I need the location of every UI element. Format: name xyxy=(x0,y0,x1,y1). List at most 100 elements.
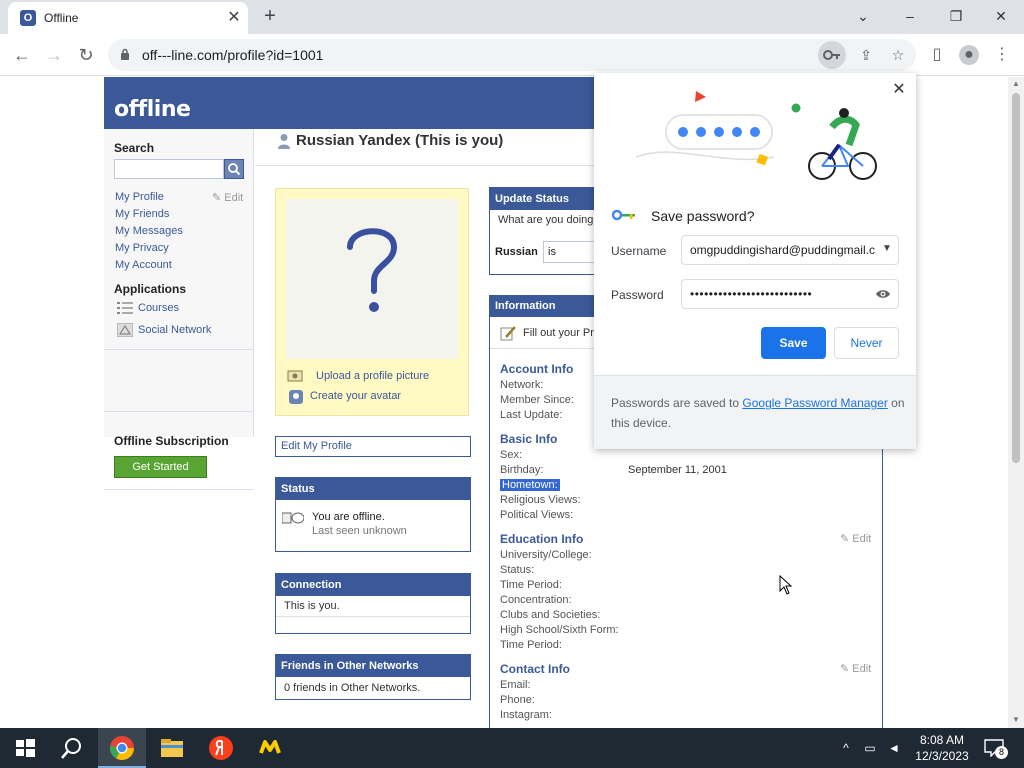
new-tab-icon[interactable]: + xyxy=(258,5,282,29)
bookmark-star-icon[interactable]: ☆ xyxy=(887,44,909,66)
status-text: You are offline. xyxy=(312,511,385,523)
subscription-title: Offline Subscription xyxy=(114,434,229,448)
save-password-dialog: ✕ Save password? Username omgpuddingisha… xyxy=(594,73,916,449)
reload-icon[interactable]: ↻ xyxy=(74,43,98,67)
menu-dots-icon[interactable]: ⋮ xyxy=(992,45,1012,65)
pencil-note-icon xyxy=(500,326,516,341)
info-label: University/College: xyxy=(500,549,592,561)
contact-info-title: Contact Info xyxy=(500,662,570,676)
minimize-icon[interactable]: – xyxy=(896,4,924,28)
page-scrollbar[interactable]: ▲ ▼ xyxy=(1008,77,1024,728)
file-explorer-icon[interactable] xyxy=(157,733,187,763)
yandex-market-icon[interactable] xyxy=(255,733,285,763)
status-title: Status xyxy=(276,478,470,500)
status-input[interactable]: is xyxy=(543,241,598,263)
bicycle-illustration xyxy=(635,91,877,180)
sidebar-item-my-messages[interactable]: My Messages xyxy=(115,225,183,237)
tab-search-icon[interactable]: ⌄ xyxy=(849,4,877,28)
info-label: Time Period: xyxy=(500,579,562,591)
notification-count-badge: 8 xyxy=(995,746,1008,759)
password-manager-link[interactable]: Google Password Manager xyxy=(742,396,887,410)
last-seen-text: Last seen unknown xyxy=(312,525,407,537)
sidebar-item-my-account[interactable]: My Account xyxy=(115,259,172,271)
site-logo[interactable]: offline xyxy=(114,97,191,122)
contact-edit-link[interactable]: ✎ Edit xyxy=(840,662,871,675)
save-button[interactable]: Save xyxy=(761,327,826,359)
sidebar-app-social-network[interactable]: Social Network xyxy=(138,324,211,336)
sidebar-item-my-profile[interactable]: My Profile xyxy=(115,191,164,203)
eye-icon[interactable] xyxy=(875,288,891,300)
upload-picture-link[interactable]: Upload a profile picture xyxy=(316,370,429,382)
sidebar-item-my-friends[interactable]: My Friends xyxy=(115,208,169,220)
address-bar[interactable]: off---line.com/profile?id=1001 ⇪ ☆ xyxy=(108,39,916,71)
profile-name: Russian Yandex (This is you) xyxy=(296,132,504,149)
sidebar-item-my-privacy[interactable]: My Privacy xyxy=(115,242,169,254)
dialog-title: Save password? xyxy=(651,208,755,224)
info-label: Religious Views: xyxy=(500,494,581,506)
chat-icon xyxy=(282,512,304,524)
education-edit-link[interactable]: ✎ Edit xyxy=(840,532,871,545)
tab-favicon: O xyxy=(20,10,36,26)
never-button[interactable]: Never xyxy=(834,327,899,359)
update-status-box: Update Status What are you doing Russian… xyxy=(489,187,598,275)
scroll-down-icon[interactable]: ▼ xyxy=(1011,715,1021,725)
password-key-icon[interactable] xyxy=(818,41,846,69)
upload-picture-icon xyxy=(287,370,303,382)
birthday-value: September 11, 2001 xyxy=(628,464,727,476)
info-label: Concentration: xyxy=(500,594,572,606)
sidebar-edit-link[interactable]: ✎ Edit xyxy=(212,191,243,204)
volume-icon[interactable]: ◄ xyxy=(886,740,902,756)
search-input[interactable] xyxy=(114,159,224,179)
close-icon[interactable]: ✕ xyxy=(224,8,244,28)
status-box: Status You are offline. Last seen unknow… xyxy=(275,477,471,552)
connection-box: Connection This is you. xyxy=(275,573,471,634)
search-icon xyxy=(228,163,241,176)
account-info-title: Account Info xyxy=(500,362,574,376)
yandex-browser-icon[interactable] xyxy=(206,733,236,763)
scrollbar-thumb[interactable] xyxy=(1012,93,1020,463)
pencil-icon: ✎ xyxy=(840,533,850,545)
network-icon xyxy=(117,323,133,337)
profile-picture-placeholder[interactable] xyxy=(286,199,458,359)
info-label: High School/Sixth Form: xyxy=(500,624,619,636)
forward-icon[interactable]: → xyxy=(42,43,66,67)
search-button[interactable] xyxy=(224,159,244,179)
taskbar-clock[interactable]: 8:08 AM 12/3/2023 xyxy=(912,732,972,764)
windows-start-icon[interactable] xyxy=(10,733,40,763)
info-label: Status: xyxy=(500,564,535,576)
window-close-icon[interactable]: ✕ xyxy=(987,4,1015,28)
password-field[interactable]: •••••••••••••••••••••••••• xyxy=(681,279,899,309)
sidebar-app-courses[interactable]: Courses xyxy=(138,302,179,314)
status-prompt: What are you doing xyxy=(498,214,594,226)
search-icon[interactable] xyxy=(57,733,87,763)
dropdown-caret-icon: ▼ xyxy=(882,243,892,254)
share-icon[interactable]: ⇪ xyxy=(855,44,877,66)
info-label: Phone: xyxy=(500,694,535,706)
pencil-icon: ✎ xyxy=(840,663,850,675)
restore-icon[interactable]: ❐ xyxy=(942,4,970,28)
profile-avatar-icon[interactable]: ● xyxy=(959,45,979,65)
dialog-footer: Passwords are saved to Google Password M… xyxy=(594,375,916,449)
scroll-up-icon[interactable]: ▲ xyxy=(1011,79,1021,89)
edit-profile-button[interactable]: Edit My Profile xyxy=(275,436,471,457)
update-status-title: Update Status xyxy=(490,188,596,210)
get-started-button[interactable]: Get Started xyxy=(114,456,207,478)
clock-date: 12/3/2023 xyxy=(915,749,969,763)
list-icon xyxy=(117,302,133,314)
taskbar: ^ ▭ ◄ 8:08 AM 12/3/2023 8 xyxy=(0,728,1024,768)
chrome-icon[interactable] xyxy=(107,733,137,763)
network-status-icon[interactable]: ▭ xyxy=(862,740,878,756)
tab-offline[interactable]: O Offline ✕ xyxy=(8,2,248,34)
side-panel-icon[interactable]: ▯ xyxy=(927,45,947,65)
connection-text: This is you. xyxy=(276,596,470,617)
info-label: Network: xyxy=(500,379,544,391)
key-icon xyxy=(612,209,635,221)
lock-icon xyxy=(121,48,129,60)
footer-text: Passwords are saved to Google Password M… xyxy=(611,396,905,430)
username-select[interactable]: omgpuddingishard@puddingmail.c ▼ xyxy=(681,235,899,265)
tray-chevron-icon[interactable]: ^ xyxy=(838,740,854,756)
create-avatar-link[interactable]: Create your avatar xyxy=(310,390,401,402)
close-icon[interactable]: ✕ xyxy=(890,81,908,99)
back-icon[interactable]: ← xyxy=(10,43,34,67)
pencil-icon: ✎ xyxy=(212,192,222,204)
